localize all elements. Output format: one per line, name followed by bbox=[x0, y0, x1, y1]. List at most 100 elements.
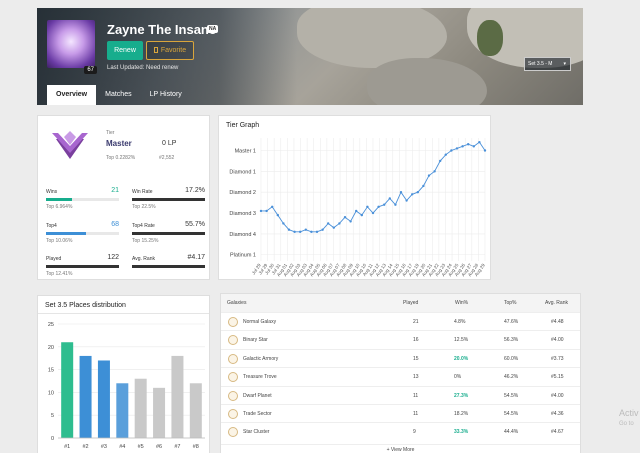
tier-top-percent: Top 0.2282% bbox=[106, 155, 136, 161]
galaxy-name: Treasure Trove bbox=[243, 374, 277, 381]
tier-rank: #2,552 bbox=[159, 155, 175, 161]
data-point bbox=[483, 149, 487, 152]
level-badge: 67 bbox=[84, 66, 97, 74]
activate-windows-watermark: Activ bbox=[619, 408, 639, 418]
x-tick-label: #2 bbox=[83, 444, 89, 450]
data-point bbox=[287, 228, 291, 231]
data-point bbox=[271, 205, 274, 208]
header-galaxies[interactable]: Galaxies bbox=[227, 294, 246, 312]
x-tick-label: #5 bbox=[138, 444, 144, 450]
data-point bbox=[366, 205, 369, 208]
galaxy-played: 16 bbox=[413, 337, 419, 344]
data-point bbox=[355, 209, 358, 213]
stat-value: 21 bbox=[111, 187, 119, 194]
bar bbox=[134, 378, 147, 438]
data-point bbox=[439, 159, 442, 163]
stat-sub: Top 12.41% bbox=[46, 271, 73, 277]
data-point bbox=[433, 170, 436, 173]
bar bbox=[171, 355, 184, 438]
data-point bbox=[265, 209, 268, 213]
renew-button[interactable]: Renew bbox=[107, 41, 143, 60]
data-point bbox=[416, 191, 419, 194]
y-tick-label: 10 bbox=[48, 390, 54, 396]
favorite-button[interactable]: Favorite bbox=[146, 41, 194, 60]
table-row[interactable]: Galactic Armory 15 20.0% 60.0% #3.73 bbox=[221, 348, 580, 367]
data-point bbox=[371, 211, 375, 215]
table-row[interactable]: Dwarf Planet 11 27.3% 54.5% #4.00 bbox=[221, 385, 580, 404]
chevron-down-icon: ▾ bbox=[563, 61, 566, 67]
tab-lp-history[interactable]: LP History bbox=[141, 85, 191, 105]
y-tick-label: 0 bbox=[51, 436, 54, 442]
x-tick-label: #7 bbox=[174, 444, 180, 450]
data-point bbox=[259, 209, 263, 213]
data-point bbox=[467, 143, 470, 146]
data-point bbox=[321, 228, 324, 231]
data-point bbox=[343, 216, 347, 219]
tier-graph-chart: Jul 29Jul 29Jul 30Jul 31Aug 01Aug 02Aug … bbox=[229, 138, 487, 277]
data-point bbox=[377, 205, 380, 208]
galaxy-icon bbox=[228, 427, 238, 438]
table-row[interactable]: Normal Galaxy 21 4.8% 47.6% #4.48 bbox=[221, 312, 580, 330]
table-row[interactable]: Treasure Trove 13 0% 46.2% #5.15 bbox=[221, 367, 580, 385]
stat-value: 17.2% bbox=[185, 187, 205, 194]
galaxy-avg-rank: #4.36 bbox=[551, 411, 564, 417]
little-legend-art bbox=[477, 20, 503, 56]
set-select-value: Set 3.5 - M bbox=[528, 61, 553, 67]
galaxy-top: 60.0% bbox=[504, 355, 519, 362]
data-point bbox=[472, 145, 475, 148]
galaxy-icon bbox=[228, 390, 238, 401]
header-played[interactable]: Played bbox=[403, 294, 418, 312]
galaxy-top: 54.5% bbox=[504, 392, 519, 399]
set-select[interactable]: Set 3.5 - M ▾ bbox=[524, 57, 571, 71]
stat-sub: Top 10.06% bbox=[46, 238, 73, 244]
y-tick-label: Diamond 2 bbox=[229, 190, 256, 196]
y-tick-label: 25 bbox=[48, 322, 54, 328]
stat-sub: Top 15.25% bbox=[132, 238, 159, 244]
table-row[interactable]: Trade Sector 11 18.2% 54.5% #4.36 bbox=[221, 404, 580, 422]
header-top[interactable]: Top% bbox=[504, 294, 517, 312]
stat-label: Played bbox=[46, 256, 62, 262]
table-row[interactable]: Star Cluster 9 33.3% 44.4% #4.67 bbox=[221, 422, 580, 440]
y-tick-label: Diamond 4 bbox=[229, 232, 256, 238]
tab-matches[interactable]: Matches bbox=[96, 85, 140, 105]
data-point bbox=[399, 191, 403, 194]
data-point bbox=[461, 145, 464, 148]
header-avg-rank[interactable]: Avg. Rank bbox=[545, 294, 568, 312]
stat-label: Top4 Rate bbox=[132, 223, 155, 229]
y-tick-label: Platinum 1 bbox=[230, 253, 256, 259]
galaxy-name: Star Cluster bbox=[243, 429, 270, 436]
stat-bar bbox=[132, 232, 205, 235]
stat-sub: Top 6.964% bbox=[46, 204, 73, 210]
galaxy-played: 21 bbox=[413, 319, 419, 325]
table-row[interactable]: Binary Star 16 12.5% 56.3% #4.00 bbox=[221, 330, 580, 348]
galaxy-name: Trade Sector bbox=[243, 411, 272, 417]
y-tick-label: 15 bbox=[48, 368, 54, 374]
data-point bbox=[444, 153, 447, 156]
region-badge: NA bbox=[207, 25, 219, 33]
header-win[interactable]: Win% bbox=[455, 294, 468, 312]
galaxy-name: Dwarf Planet bbox=[243, 392, 272, 399]
data-point bbox=[427, 174, 431, 177]
tab-overview[interactable]: Overview bbox=[47, 85, 97, 105]
data-point bbox=[349, 220, 352, 223]
stat-bar-fill bbox=[132, 232, 205, 235]
stat-bar-fill bbox=[132, 198, 205, 201]
bar bbox=[79, 355, 92, 438]
places-distribution-card: Set 3.5 Places distribution 0 5 10 15 20 25 #1… bbox=[37, 295, 210, 453]
favorite-label: Favorite bbox=[160, 47, 187, 54]
galaxies-table: Galaxies Played Win% Top% Avg. Rank Norm… bbox=[220, 293, 581, 453]
galaxy-avg-rank: #4.00 bbox=[551, 392, 564, 399]
bookmark-icon bbox=[153, 47, 158, 53]
profile-tabs: Overview Matches LP History bbox=[47, 85, 191, 105]
places-distribution-chart: 0 5 10 15 20 25 #1 #2 #3 #4 #5 #6 #7 #8 bbox=[48, 322, 205, 450]
stat-bar bbox=[46, 198, 119, 201]
stat-bar bbox=[46, 232, 119, 235]
x-tick-label: #1 bbox=[64, 444, 70, 450]
galaxy-top: 54.5% bbox=[504, 411, 519, 417]
galaxy-top: 44.4% bbox=[504, 429, 519, 436]
x-tick-label: #6 bbox=[156, 444, 162, 450]
view-more-button[interactable]: + View More bbox=[221, 444, 580, 453]
galaxy-played: 13 bbox=[413, 374, 419, 381]
stat-sub: Top 22.5% bbox=[132, 204, 156, 210]
avatar: 67 bbox=[47, 20, 97, 74]
